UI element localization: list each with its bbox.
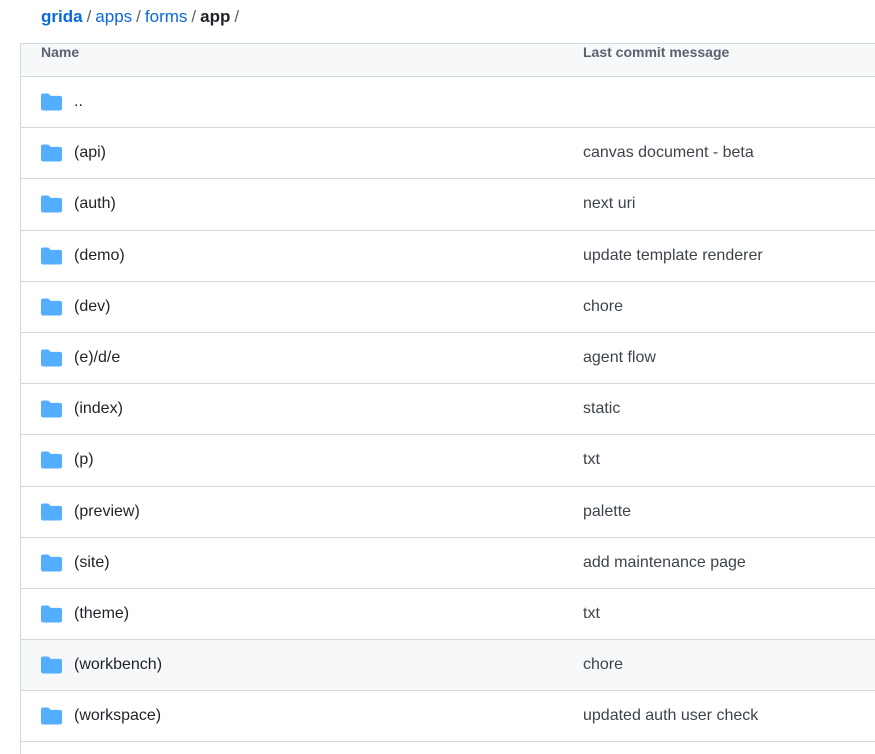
table-row[interactable]: (index) static (21, 384, 875, 436)
repo-file-browser: grida / apps / forms / app / Name Last commit m… (0, 0, 875, 754)
commit-message-link[interactable]: add maintenance page (583, 554, 746, 572)
file-name-link[interactable]: (e)/d/e (74, 349, 120, 367)
breadcrumb-link-apps[interactable]: apps (95, 7, 132, 26)
file-name-link[interactable]: .. (74, 93, 83, 111)
folder-icon (41, 247, 62, 265)
folder-icon (41, 503, 62, 521)
table-row[interactable]: (demo) update template renderer (21, 231, 875, 282)
file-name-link[interactable]: (p) (74, 451, 94, 469)
folder-icon (41, 554, 62, 572)
folder-icon (41, 195, 62, 213)
commit-message-link[interactable]: canvas document - beta (583, 144, 754, 162)
file-name-link[interactable]: (demo) (74, 247, 125, 265)
breadcrumb-link-grida[interactable]: grida (41, 7, 83, 26)
breadcrumb-link-forms[interactable]: forms (145, 7, 188, 26)
commit-message-link[interactable]: txt (583, 605, 600, 623)
file-name-link[interactable]: (site) (74, 554, 110, 572)
commit-message-link[interactable]: chore (583, 298, 623, 316)
column-header-name: Name (41, 44, 80, 60)
file-name-link[interactable]: (index) (74, 400, 123, 418)
file-name-link[interactable]: (theme) (74, 605, 129, 623)
folder-icon (41, 656, 62, 674)
table-row[interactable]: (preview) palette (21, 487, 875, 538)
breadcrumb-separator: / (234, 7, 240, 26)
folder-icon (41, 144, 62, 162)
commit-message-link[interactable]: palette (583, 503, 631, 521)
folder-icon (41, 707, 62, 725)
commit-message-link[interactable]: static (583, 400, 620, 418)
commit-message-link[interactable]: agent flow (583, 349, 656, 367)
table-row[interactable]: (e)/d/e agent flow (21, 333, 875, 385)
table-row[interactable]: (dev) chore (21, 282, 875, 333)
commit-message-link[interactable]: next uri (583, 195, 635, 213)
folder-icon (41, 349, 62, 367)
table-header: Name Last commit message (21, 44, 875, 77)
file-name-link[interactable]: (dev) (74, 298, 110, 316)
folder-icon (41, 400, 62, 418)
breadcrumb: grida / apps / forms / app / (41, 5, 243, 29)
table-row[interactable]: (site) add maintenance page (21, 538, 875, 589)
table-row-parent-directory[interactable]: .. (21, 77, 875, 129)
file-name-link[interactable]: (auth) (74, 195, 116, 213)
file-name-link[interactable]: (workspace) (74, 707, 161, 725)
commit-message-link[interactable]: txt (583, 451, 600, 469)
column-header-last-commit-message: Last commit message (583, 44, 730, 60)
table-row[interactable]: (api) canvas document - beta (21, 128, 875, 180)
folder-icon (41, 298, 62, 316)
folder-icon (41, 451, 62, 469)
breadcrumb-current: app (200, 7, 231, 26)
commit-message-link[interactable]: chore (583, 656, 623, 674)
file-name-link[interactable]: (preview) (74, 503, 140, 521)
breadcrumb-separator: / (191, 7, 197, 26)
table-row[interactable]: (workspace) updated auth user check (21, 691, 875, 743)
table-row[interactable]: (p) txt (21, 435, 875, 487)
file-name-link[interactable]: (workbench) (74, 656, 162, 674)
commit-message-link[interactable]: update template renderer (583, 247, 763, 265)
breadcrumb-separator: / (86, 7, 92, 26)
file-name-link[interactable]: (api) (74, 144, 106, 162)
commit-message-link[interactable]: updated auth user check (583, 707, 758, 725)
breadcrumb-separator: / (136, 7, 141, 26)
table-row[interactable]: (workbench) chore (21, 640, 875, 692)
file-table: Name Last commit message .. (api) canvas… (20, 43, 875, 754)
table-row[interactable]: (theme) txt (21, 589, 875, 641)
folder-icon (41, 93, 62, 111)
table-row[interactable]: (auth) next uri (21, 179, 875, 231)
folder-icon (41, 605, 62, 623)
